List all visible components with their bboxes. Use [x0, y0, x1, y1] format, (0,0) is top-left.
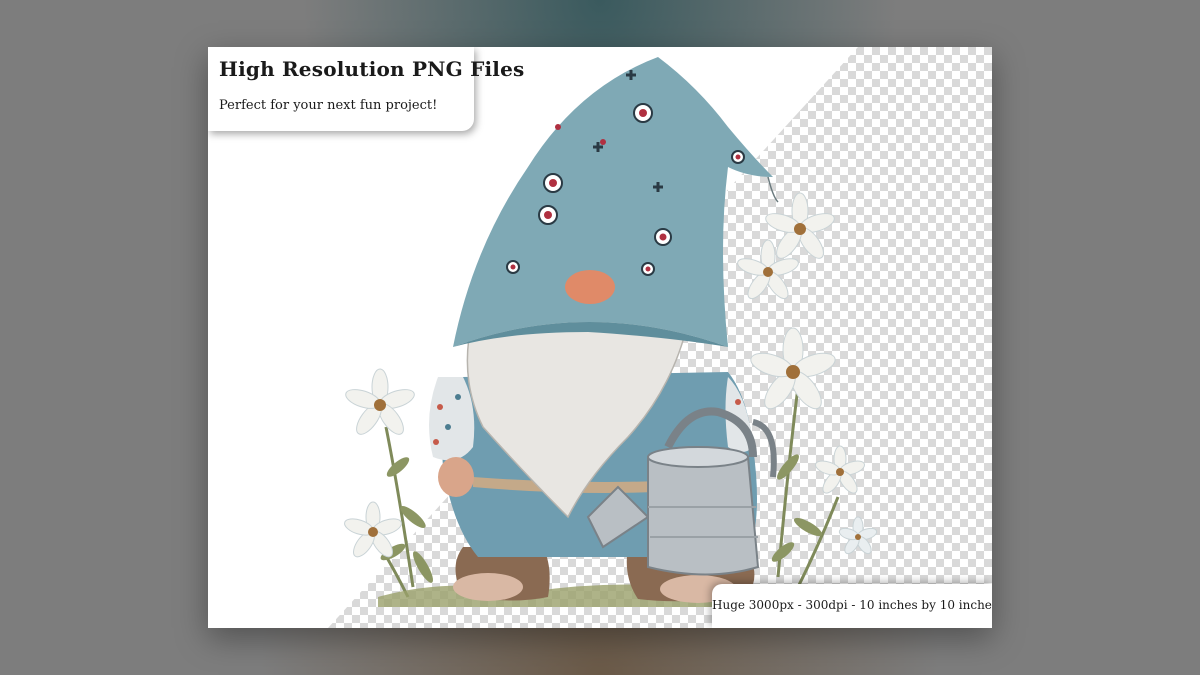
resolution-info-box: Huge 3000px - 300dpi - 10 inches by 10 i…: [712, 584, 992, 628]
right-flowers: [737, 192, 878, 588]
banner-subtitle: Perfect for your next fun project!: [219, 98, 438, 113]
gnome-hat: [453, 57, 779, 347]
left-flowers: [344, 368, 433, 598]
resolution-info-text: Huge 3000px - 300dpi - 10 inches by 10 i…: [712, 598, 992, 612]
background-stage: High Resolution PNG Files Perfect for yo…: [0, 0, 1200, 675]
gnome-illustration: [344, 57, 878, 607]
product-card: High Resolution PNG Files Perfect for yo…: [208, 47, 992, 628]
banner-title: High Resolution PNG Files: [219, 57, 525, 81]
gnome-nose: [565, 270, 615, 304]
title-banner: High Resolution PNG Files Perfect for yo…: [208, 47, 524, 131]
